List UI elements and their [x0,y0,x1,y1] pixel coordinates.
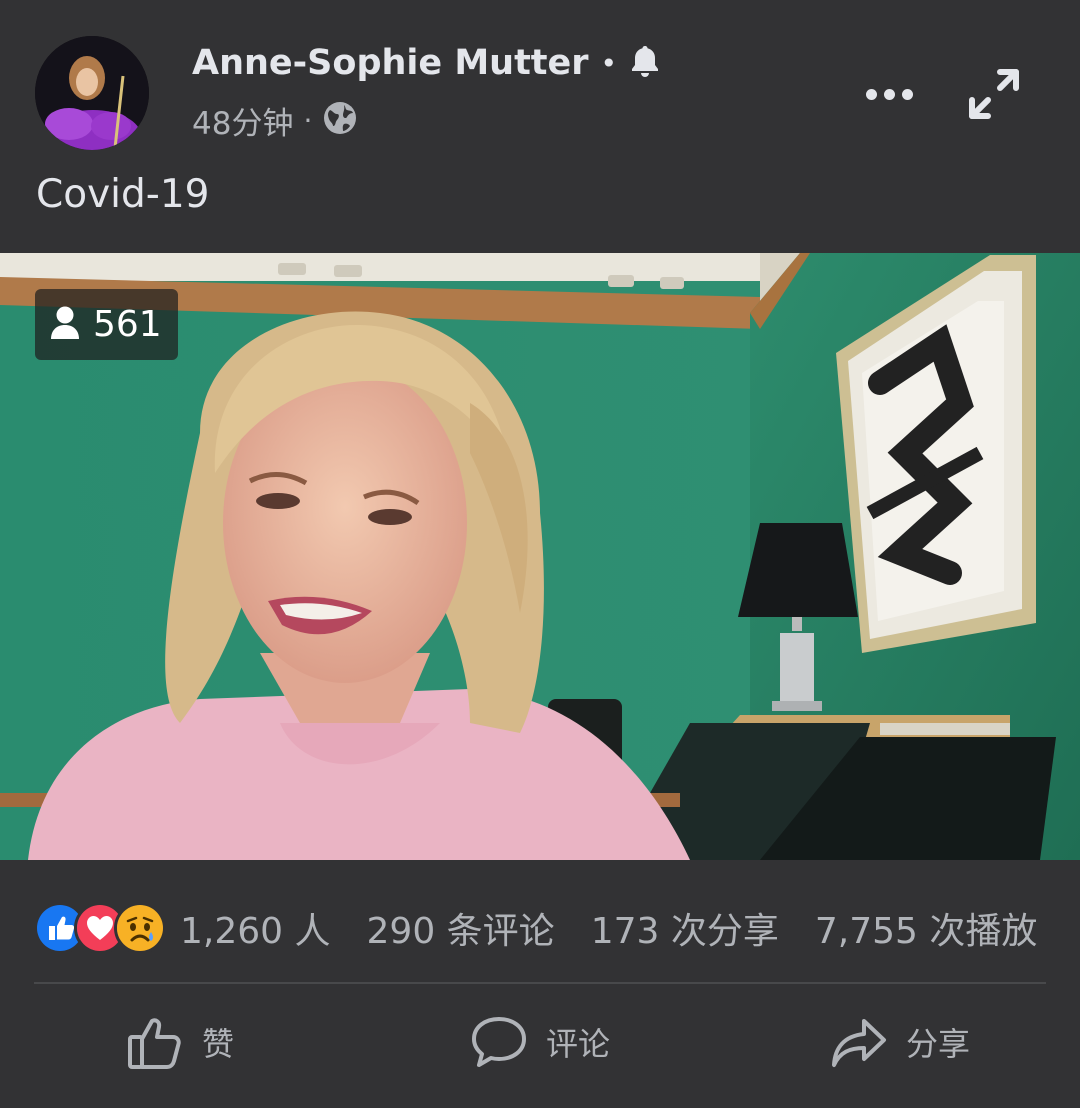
engagement-stats: 1,260 人 290 条评论 173 次分享 7,755 次播放 [34,898,1046,958]
share-count[interactable]: 173 次分享 [591,902,779,954]
expand-icon[interactable] [962,62,1026,126]
viewer-count: 561 [93,304,162,345]
post-text: Covid-19 [36,172,210,217]
author-avatar[interactable] [35,36,149,150]
bell-icon[interactable] [629,44,661,82]
post-time[interactable]: 48分钟 [192,98,293,143]
comment-icon [470,1013,528,1071]
comment-count[interactable]: 290 条评论 [367,902,555,954]
separator-dot: · [303,103,313,137]
like-button[interactable]: 赞 [0,1000,360,1084]
sad-reaction-icon [114,902,166,954]
action-bar: 赞 评论 分享 [0,1000,1080,1084]
share-label: 分享 [905,1025,970,1063]
view-count: 7,755 次播放 [814,911,1038,952]
more-options-icon[interactable] [858,74,920,114]
live-viewer-badge: 561 [35,289,178,360]
person-icon [49,305,81,345]
separator-dot: • [600,46,618,80]
reaction-count[interactable]: 1,260 人 [180,902,331,954]
divider [34,982,1046,984]
author-name[interactable]: Anne-Sophie Mutter [192,43,589,83]
comment-label: 评论 [545,1025,610,1063]
globe-icon [322,100,358,140]
like-label: 赞 [201,1025,234,1063]
comment-button[interactable]: 评论 [360,1000,720,1084]
reaction-icons[interactable] [34,902,166,954]
share-button[interactable]: 分享 [720,1000,1080,1084]
share-arrow-icon [830,1013,888,1071]
thumbs-up-icon [126,1013,184,1071]
